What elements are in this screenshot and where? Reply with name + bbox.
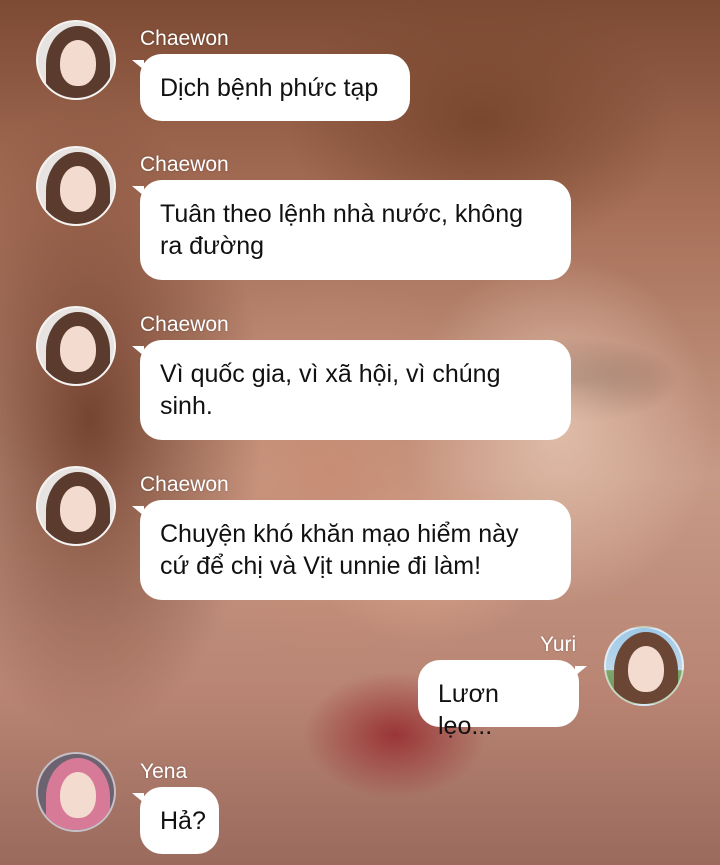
chaewon-avatar[interactable]	[36, 146, 116, 226]
chaewon-avatar[interactable]	[36, 466, 116, 546]
message-bubble[interactable]: Tuân theo lệnh nhà nước, không ra đường	[132, 180, 571, 280]
yena-avatar[interactable]	[36, 752, 116, 832]
message-bubble[interactable]: Dịch bệnh phức tạp	[132, 54, 410, 121]
yuri-avatar[interactable]	[604, 626, 684, 706]
sender-name: Chaewon	[140, 473, 229, 496]
sender-name: Chaewon	[140, 153, 229, 176]
message-bubble[interactable]: Lươn lẹo...	[418, 660, 587, 740]
sender-name: Chaewon	[140, 27, 229, 50]
chaewon-avatar[interactable]	[36, 20, 116, 100]
message-bubble[interactable]: Hả?	[132, 787, 219, 854]
sender-name: Yuri	[540, 633, 577, 656]
message-bubble[interactable]: Chuyện khó khăn mạo hiểm này cứ để chị v…	[132, 500, 571, 600]
sender-name: Yena	[140, 760, 188, 783]
sender-name: Chaewon	[140, 313, 229, 336]
message-bubble[interactable]: Vì quốc gia, vì xã hội, vì chúng sinh.	[132, 340, 571, 440]
chaewon-avatar[interactable]	[36, 306, 116, 386]
